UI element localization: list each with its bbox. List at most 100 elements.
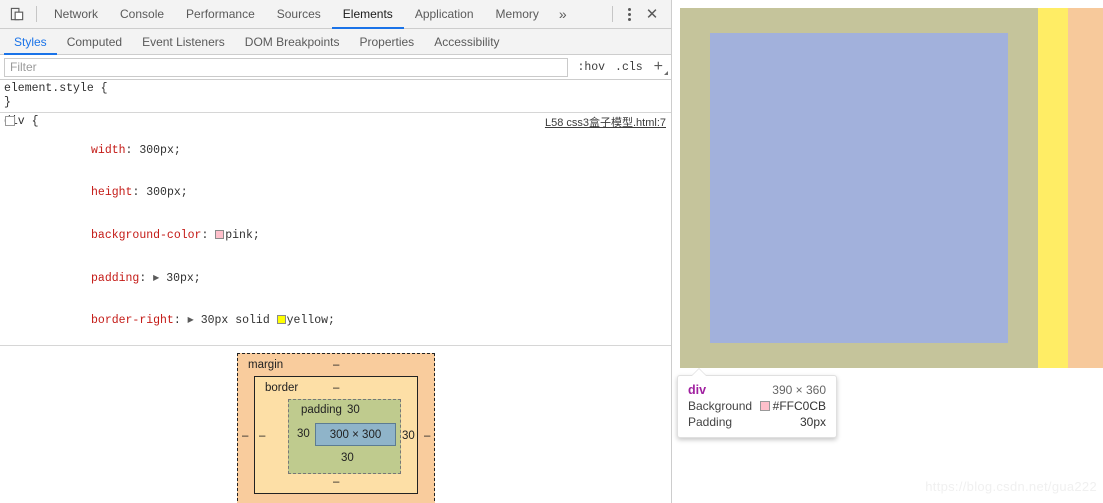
tab-network[interactable]: Network	[43, 1, 109, 29]
subtab-styles-label: Styles	[14, 34, 47, 49]
more-tabs-icon[interactable]: »	[550, 6, 576, 22]
border-bottom[interactable]: –	[333, 476, 339, 488]
tooltip-padding-value: 30px	[799, 415, 826, 429]
tooltip-header-row: div 390 × 360	[688, 382, 826, 398]
page-preview: div 390 × 360 Background #FFC0CB Padding…	[673, 0, 1103, 503]
styles-filter-row: :hov .cls +	[0, 55, 671, 80]
declaration-background-color[interactable]: background-color: pink;	[0, 215, 671, 258]
declaration-padding[interactable]: padding: ▶ 30px;	[0, 257, 671, 300]
element-info-tooltip: div 390 × 360 Background #FFC0CB Padding…	[677, 375, 837, 438]
hov-button[interactable]: :hov	[572, 61, 610, 74]
margin-top[interactable]: –	[333, 359, 339, 371]
rule-close-brace: }	[4, 96, 11, 110]
tab-network-label: Network	[54, 7, 99, 21]
subtab-computed[interactable]: Computed	[57, 30, 132, 55]
tooltip-background-row: Background #FFC0CB	[688, 398, 826, 414]
chevron-corner-icon	[664, 71, 668, 75]
highlight-margin-region	[1068, 8, 1103, 368]
toolbar-right-actions: ✕	[606, 6, 671, 22]
padding-top[interactable]: 30	[347, 404, 360, 416]
declaration-enable-checkbox[interactable]	[5, 116, 15, 127]
devtools-panel: Network Console Performance Sources Elem…	[0, 0, 672, 503]
subtab-computed-label: Computed	[66, 34, 123, 49]
margin-left[interactable]: –	[242, 430, 248, 442]
subtab-accessibility-label: Accessibility	[434, 34, 500, 49]
declaration-value: 300px;	[139, 143, 181, 157]
margin-bottom[interactable]: –	[333, 498, 339, 503]
box-model-metrics: margin – – – – border – – 30 – padding 3…	[0, 345, 671, 503]
declaration-property: height	[91, 186, 133, 200]
tab-application-label: Application	[414, 7, 474, 21]
declaration-property: background-color	[91, 229, 202, 243]
hov-label: :hov	[577, 60, 606, 74]
subtab-event-listeners[interactable]: Event Listeners	[132, 30, 235, 55]
border-top[interactable]: –	[333, 382, 339, 394]
rule-origin-link[interactable]: L58 css3盒子模型.html:7	[545, 116, 666, 130]
highlight-border-region	[1038, 8, 1068, 368]
tab-elements-label: Elements	[342, 7, 393, 21]
kebab-menu-icon[interactable]	[619, 7, 639, 21]
tab-performance[interactable]: Performance	[175, 1, 266, 29]
padding-bottom[interactable]: 30	[341, 452, 354, 464]
tab-sources[interactable]: Sources	[266, 1, 332, 29]
rule-div-author[interactable]: div { L58 css3盒子模型.html:7 width: 300px; …	[0, 112, 671, 345]
tooltip-dimensions: 390 × 360	[772, 383, 826, 397]
margin-label: margin	[248, 359, 284, 371]
more-tabs-label: »	[558, 6, 567, 22]
tooltip-background-key: Background	[688, 399, 753, 413]
tab-elements[interactable]: Elements	[331, 1, 404, 29]
padding-left[interactable]: 30	[297, 428, 310, 440]
declaration-value: 30px;	[166, 271, 201, 285]
toolbar-divider	[36, 6, 37, 22]
declaration-width[interactable]: width: 300px;	[0, 130, 671, 173]
subtab-properties[interactable]: Properties	[349, 30, 424, 55]
declaration-border-right[interactable]: border-right: ▶ 30px solid yellow;	[0, 300, 671, 343]
screenshot-root: Network Console Performance Sources Elem…	[0, 0, 1103, 503]
rule-element-style[interactable]: element.style { }	[0, 80, 671, 112]
tooltip-padding-row: Padding 30px	[688, 414, 826, 430]
styles-rules-list: element.style { } div { L58 css3盒子模型.htm…	[0, 80, 671, 345]
declaration-property: border-right	[91, 314, 174, 328]
tab-memory-label: Memory	[495, 7, 539, 21]
subtab-properties-label: Properties	[359, 34, 415, 49]
close-icon-glyph: ✕	[645, 5, 659, 23]
cls-label: .cls	[615, 60, 643, 74]
tab-sources-label: Sources	[276, 7, 321, 21]
toolbar-divider-right	[612, 6, 613, 22]
devtools-toolbar: Network Console Performance Sources Elem…	[0, 0, 671, 29]
border-right[interactable]: 30	[402, 430, 415, 442]
box-model-margin-box[interactable]: margin – – – – border – – 30 – padding 3…	[237, 353, 435, 503]
tab-memory[interactable]: Memory	[485, 1, 550, 29]
tab-application[interactable]: Application	[404, 1, 485, 29]
box-model-padding-box[interactable]: padding 30 30 30 30 300 × 300	[288, 399, 401, 474]
box-model-border-box[interactable]: border – – 30 – padding 30 30 30 30 300 …	[254, 376, 418, 494]
declaration-property: padding	[91, 271, 140, 285]
subtab-dom-breakpoints-label: DOM Breakpoints	[244, 34, 340, 49]
box-model-content-box[interactable]: 300 × 300	[315, 423, 396, 446]
declaration-height[interactable]: height: 300px;	[0, 172, 671, 215]
filter-input[interactable]	[4, 57, 569, 77]
cls-button[interactable]: .cls	[610, 61, 648, 74]
color-swatch-yellow[interactable]	[276, 315, 286, 325]
panel-tabs: Network Console Performance Sources Elem…	[43, 0, 576, 29]
tooltip-tag-name: div	[688, 383, 707, 397]
declaration-value: 300px;	[146, 186, 188, 200]
rule-selector: element.style {	[4, 82, 108, 95]
margin-right[interactable]: –	[424, 430, 430, 442]
color-swatch-pink[interactable]	[215, 230, 225, 240]
watermark-text: https://blog.csdn.net/gua222	[925, 479, 1097, 494]
tab-console[interactable]: Console	[109, 1, 175, 29]
padding-label: padding	[301, 404, 342, 416]
subtab-dom-breakpoints[interactable]: DOM Breakpoints	[235, 30, 350, 55]
subtab-accessibility[interactable]: Accessibility	[424, 30, 509, 55]
device-toolbar-icon[interactable]	[4, 2, 30, 26]
close-icon[interactable]: ✕	[639, 7, 665, 22]
border-left[interactable]: –	[259, 430, 265, 442]
declaration-value: pink;	[225, 229, 260, 243]
tab-performance-label: Performance	[186, 7, 255, 21]
tooltip-background-value: #FFC0CB	[772, 399, 826, 413]
subtab-styles[interactable]: Styles	[4, 30, 57, 55]
tooltip-padding-key: Padding	[688, 415, 733, 429]
new-style-rule-button[interactable]: +	[648, 59, 671, 75]
tab-console-label: Console	[120, 7, 165, 21]
